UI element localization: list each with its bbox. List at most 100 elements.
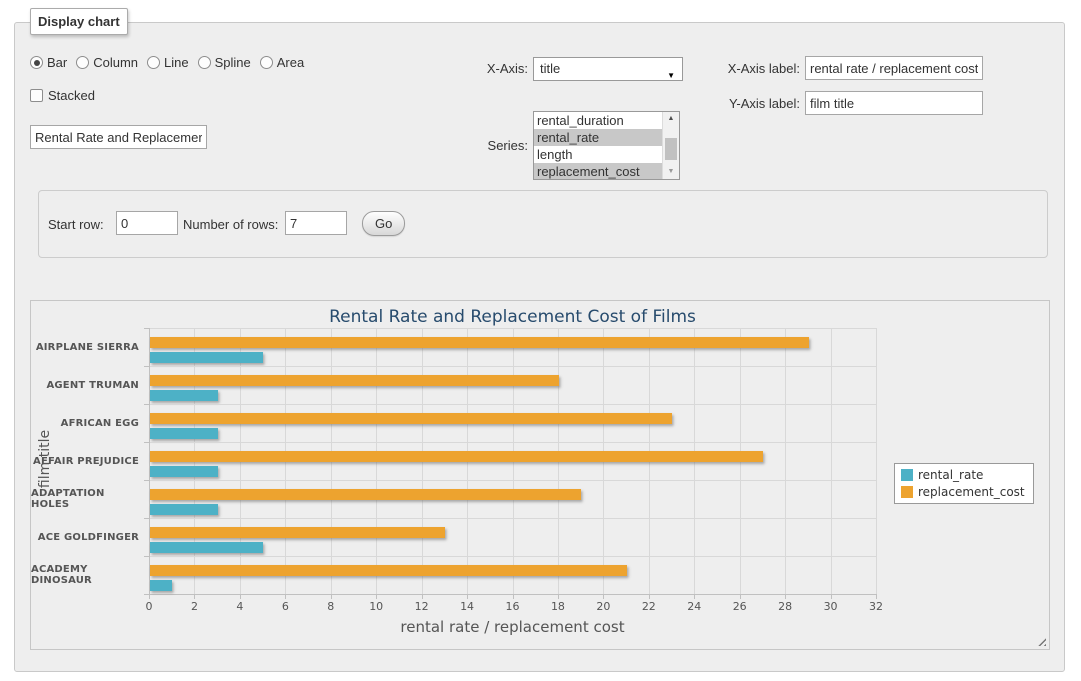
scroll-down-icon[interactable]: ▼: [663, 165, 679, 179]
x-tick-mark: [603, 595, 604, 599]
scroll-up-icon[interactable]: ▲: [663, 112, 679, 126]
bar-rental_rate-2[interactable]: [150, 428, 218, 439]
go-button[interactable]: Go: [362, 211, 405, 236]
x-tick-mark: [740, 595, 741, 599]
y-axis-label-label: Y-Axis label:: [700, 96, 800, 111]
x-tick-label: 18: [543, 600, 573, 613]
chart-title-input[interactable]: [30, 125, 207, 149]
x-tick-label: 8: [316, 600, 346, 613]
bar-replacement_cost-2[interactable]: [150, 413, 672, 424]
plot-area: [149, 328, 877, 595]
series-option-rental_rate[interactable]: rental_rate: [534, 129, 667, 146]
x-tick-label: 2: [179, 600, 209, 613]
panel-title: Display chart: [30, 8, 128, 35]
bar-replacement_cost-6[interactable]: [150, 565, 627, 576]
series-option-replacement_cost[interactable]: replacement_cost: [534, 163, 667, 180]
bar-rental_rate-0[interactable]: [150, 352, 263, 363]
category-label: ACADEMY DINOSAUR: [31, 556, 139, 594]
x-tick-mark: [240, 595, 241, 599]
gridline-horizontal: [150, 328, 877, 329]
scrollbar-thumb[interactable]: [665, 138, 677, 160]
bar-rental_rate-3[interactable]: [150, 466, 218, 477]
x-axis-select-label: X-Axis:: [430, 61, 528, 76]
gridline-vertical: [876, 328, 877, 594]
y-tick-mark: [144, 442, 149, 443]
bar-rental_rate-1[interactable]: [150, 390, 218, 401]
x-tick-label: 16: [498, 600, 528, 613]
x-tick-mark: [558, 595, 559, 599]
x-tick-label: 22: [634, 600, 664, 613]
gridline-horizontal: [150, 556, 877, 557]
x-tick-label: 14: [452, 600, 482, 613]
x-tick-label: 6: [270, 600, 300, 613]
bar-replacement_cost-5[interactable]: [150, 527, 445, 538]
bar-replacement_cost-0[interactable]: [150, 337, 809, 348]
bar-rental_rate-6[interactable]: [150, 580, 172, 591]
gridline-horizontal: [150, 404, 877, 405]
radio-icon-area[interactable]: [260, 56, 273, 69]
radio-icon-column[interactable]: [76, 56, 89, 69]
bar-replacement_cost-1[interactable]: [150, 375, 559, 386]
x-tick-label: 28: [770, 600, 800, 613]
x-tick-mark: [194, 595, 195, 599]
bar-replacement_cost-4[interactable]: [150, 489, 581, 500]
start-row-input[interactable]: [116, 211, 178, 235]
radio-option-bar[interactable]: Bar: [30, 55, 67, 70]
x-tick-mark: [513, 595, 514, 599]
series-multiselect[interactable]: rental_durationrental_ratelengthreplacem…: [533, 111, 680, 180]
series-option-rental_duration[interactable]: rental_duration: [534, 112, 667, 129]
y-tick-mark: [144, 366, 149, 367]
y-tick-mark: [144, 556, 149, 557]
radio-icon-spline[interactable]: [198, 56, 211, 69]
gridline-vertical: [785, 328, 786, 594]
legend-swatch-rental_rate: [901, 469, 913, 481]
gridline-horizontal: [150, 442, 877, 443]
x-tick-label: 10: [361, 600, 391, 613]
bar-rental_rate-5[interactable]: [150, 542, 263, 553]
radio-option-line[interactable]: Line: [147, 55, 189, 70]
number-of-rows-input[interactable]: [285, 211, 347, 235]
number-of-rows-label: Number of rows:: [183, 217, 278, 232]
y-tick-mark: [144, 518, 149, 519]
chart-container: Rental Rate and Replacement Cost of Film…: [30, 300, 1050, 650]
gridline-horizontal: [150, 518, 877, 519]
x-tick-mark: [876, 595, 877, 599]
x-tick-label: 4: [225, 600, 255, 613]
legend-item-rental_rate[interactable]: rental_rate: [901, 468, 1025, 482]
category-label: AFRICAN EGG: [31, 404, 139, 442]
series-scrollbar[interactable]: ▲ ▼: [662, 112, 679, 179]
category-label: AIRPLANE SIERRA: [31, 328, 139, 366]
x-tick-mark: [149, 595, 150, 599]
gridline-horizontal: [150, 480, 877, 481]
radio-icon-bar[interactable]: [30, 56, 43, 69]
x-tick-label: 32: [861, 600, 891, 613]
y-axis-label-input[interactable]: [805, 91, 983, 115]
gridline-vertical: [831, 328, 832, 594]
legend-label: rental_rate: [918, 468, 983, 482]
x-tick-label: 24: [679, 600, 709, 613]
start-row-label: Start row:: [48, 217, 104, 232]
x-tick-mark: [285, 595, 286, 599]
series-option-length[interactable]: length: [534, 146, 667, 163]
resize-handle-icon[interactable]: [1035, 635, 1046, 646]
chart-title: Rental Rate and Replacement Cost of Film…: [149, 307, 876, 327]
stacked-option[interactable]: Stacked: [30, 87, 95, 105]
x-axis-label-input[interactable]: [805, 56, 983, 80]
radio-option-column[interactable]: Column: [76, 55, 138, 70]
stacked-checkbox[interactable]: [30, 89, 43, 102]
x-tick-label: 26: [725, 600, 755, 613]
x-tick-mark: [422, 595, 423, 599]
bar-rental_rate-4[interactable]: [150, 504, 218, 515]
legend-label: replacement_cost: [918, 485, 1025, 499]
radio-option-spline[interactable]: Spline: [198, 55, 251, 70]
category-label: ADAPTATION HOLES: [31, 480, 139, 518]
chart-type-radio-group: Bar Column Line Spline Area: [30, 55, 304, 70]
chart-legend: rental_rate replacement_cost: [894, 463, 1034, 504]
radio-icon-line[interactable]: [147, 56, 160, 69]
legend-item-replacement_cost[interactable]: replacement_cost: [901, 485, 1025, 499]
x-axis-select[interactable]: title ▼: [533, 57, 683, 81]
x-tick-mark: [331, 595, 332, 599]
bar-replacement_cost-3[interactable]: [150, 451, 763, 462]
y-tick-mark: [144, 480, 149, 481]
radio-option-area[interactable]: Area: [260, 55, 304, 70]
